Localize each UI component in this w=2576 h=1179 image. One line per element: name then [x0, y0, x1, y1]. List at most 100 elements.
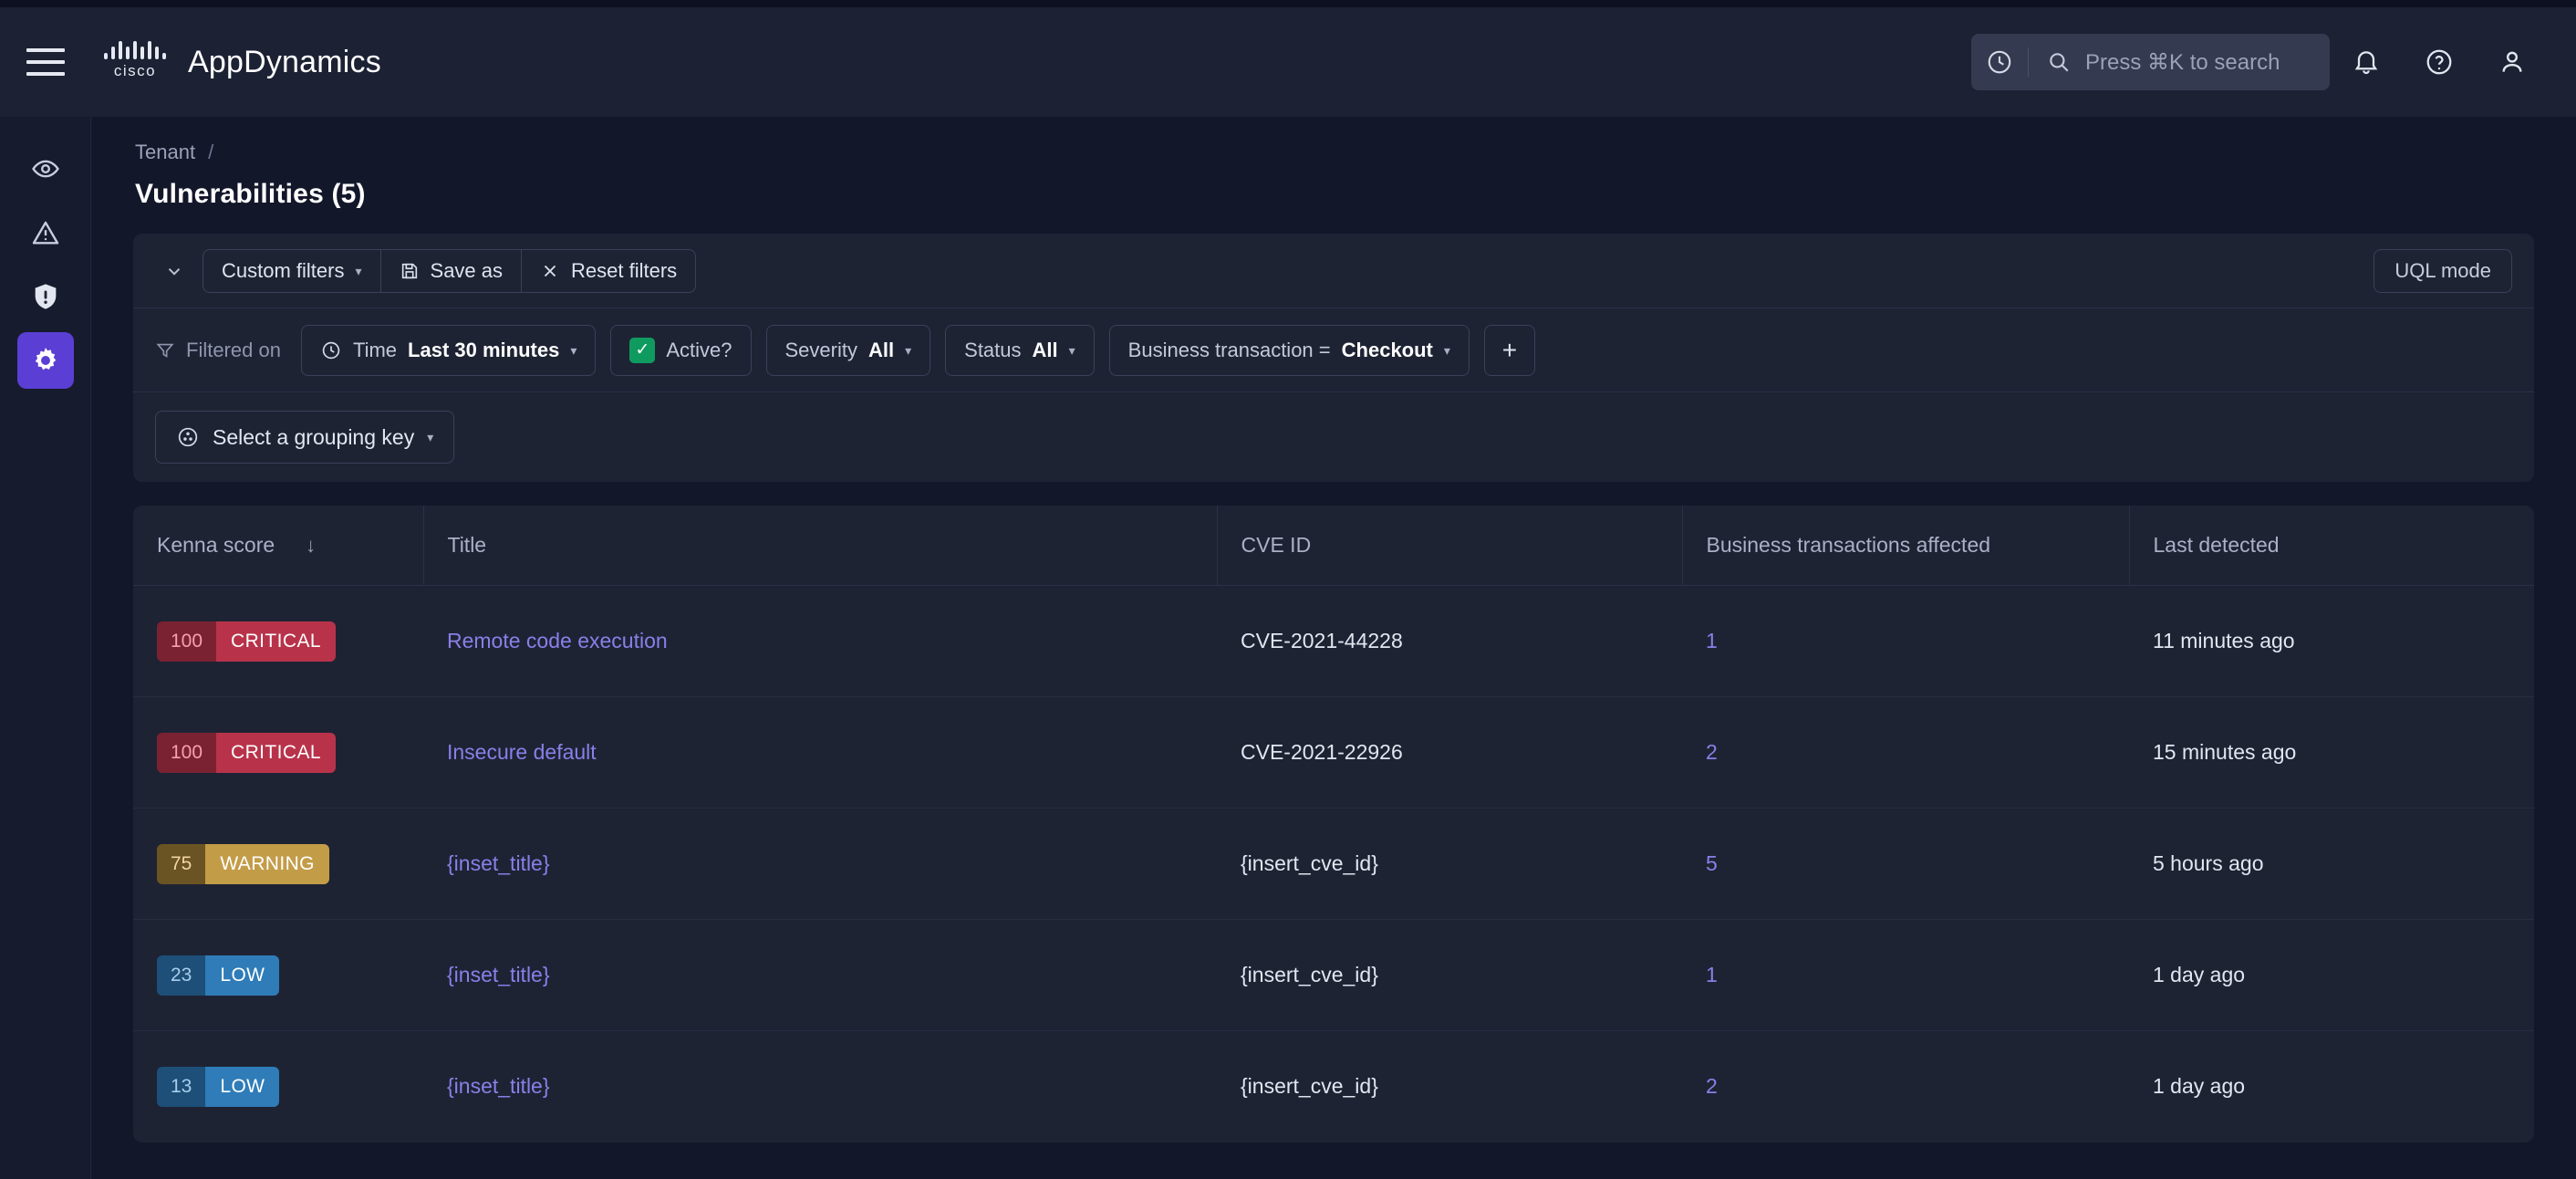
cisco-wordmark: cisco	[114, 62, 156, 80]
bt-count-link[interactable]: 1	[1706, 963, 1718, 986]
floppy-disk-icon	[400, 261, 420, 281]
cell-cve-id: CVE-2021-44228	[1217, 586, 1682, 697]
bt-count-link[interactable]: 5	[1706, 851, 1718, 875]
checkbox-checked-icon: ✓	[629, 338, 655, 363]
cell-kenna-score: 100 CRITICAL	[133, 697, 423, 809]
filter-chip-business-transaction[interactable]: Business transaction = Checkout ▾	[1109, 325, 1470, 376]
chevron-down-icon: ▾	[905, 344, 911, 357]
filter-chip-business-transaction-label: Business transaction =	[1128, 339, 1331, 362]
reset-filters-button[interactable]: Reset filters	[522, 250, 695, 292]
table-row[interactable]: 75 WARNING {inset_title} {insert_cve_id}…	[133, 809, 2534, 920]
column-header-business-transactions-affected[interactable]: Business transactions affected	[1682, 506, 2129, 586]
breadcrumb-root[interactable]: Tenant	[135, 141, 195, 164]
save-as-label: Save as	[431, 259, 504, 283]
bt-count-link[interactable]: 1	[1706, 629, 1718, 652]
column-header-cve-id[interactable]: CVE ID	[1217, 506, 1682, 586]
cell-title: {inset_title}	[423, 1031, 1217, 1142]
filter-toolbar: Custom filters ▾ Save as Reset filters	[133, 234, 2534, 308]
column-header-last-detected[interactable]: Last detected	[2129, 506, 2534, 586]
cell-last-detected: 11 minutes ago	[2129, 586, 2534, 697]
bt-count-link[interactable]: 2	[1706, 1074, 1718, 1098]
filter-chip-status-label: Status	[964, 339, 1021, 362]
close-x-icon	[540, 261, 560, 281]
main-content: Tenant / Vulnerabilities (5) Custom filt…	[91, 117, 2576, 1179]
search-placeholder: Press ⌘K to search	[2085, 49, 2280, 76]
hamburger-icon[interactable]	[0, 7, 91, 117]
column-header-title[interactable]: Title	[423, 506, 1217, 586]
cell-bts: 2	[1682, 1031, 2129, 1142]
cell-last-detected: 5 hours ago	[2129, 809, 2534, 920]
filter-chip-status-value: All	[1033, 339, 1058, 362]
funnel-icon	[155, 340, 175, 360]
cell-bts: 2	[1682, 697, 2129, 809]
filter-chip-severity[interactable]: Severity All ▾	[766, 325, 931, 376]
bell-icon[interactable]	[2330, 26, 2403, 99]
filter-chip-active-label: Active?	[666, 339, 732, 362]
column-header-kenna-score[interactable]: Kenna score ↓	[133, 506, 423, 586]
filter-chip-business-transaction-value: Checkout	[1342, 339, 1433, 362]
filter-panel: Custom filters ▾ Save as Reset filters	[133, 234, 2534, 482]
custom-filters-button[interactable]: Custom filters ▾	[203, 250, 381, 292]
uql-mode-label: UQL mode	[2394, 259, 2491, 283]
column-label-title: Title	[448, 533, 487, 558]
custom-filters-label: Custom filters	[222, 259, 344, 283]
sidebar-item-observe[interactable]	[17, 141, 74, 197]
column-label-bts: Business transactions affected	[1707, 533, 1991, 558]
filter-chip-severity-value: All	[868, 339, 894, 362]
cell-last-detected: 1 day ago	[2129, 1031, 2534, 1142]
table-row[interactable]: 23 LOW {inset_title} {insert_cve_id} 1 1…	[133, 920, 2534, 1031]
vulnerability-title-link[interactable]: {inset_title}	[447, 851, 550, 875]
save-as-button[interactable]: Save as	[381, 250, 523, 292]
table-row[interactable]: 100 CRITICAL Insecure default CVE-2021-2…	[133, 697, 2534, 809]
cell-last-detected: 1 day ago	[2129, 920, 2534, 1031]
uql-mode-button[interactable]: UQL mode	[2373, 249, 2512, 293]
page-title: Vulnerabilities (5)	[133, 179, 2534, 210]
vulnerability-title-link[interactable]: {inset_title}	[447, 1074, 550, 1098]
breadcrumb: Tenant /	[133, 141, 2534, 164]
status-badge: 23 LOW	[157, 955, 279, 996]
cell-bts: 1	[1682, 586, 2129, 697]
vulnerabilities-table: Kenna score ↓ Title CVE ID Business tran…	[133, 506, 2534, 1142]
grouping-key-label: Select a grouping key	[213, 425, 414, 450]
cell-kenna-score: 100 CRITICAL	[133, 586, 423, 697]
sidebar-item-settings[interactable]	[17, 332, 74, 389]
vulnerability-title-link[interactable]: {inset_title}	[447, 963, 550, 986]
filter-chip-time[interactable]: Time Last 30 minutes ▾	[301, 325, 596, 376]
chevron-down-icon[interactable]	[155, 252, 193, 290]
filter-chips-row: Filtered on Time Last 30 minutes ▾ ✓ Act…	[133, 308, 2534, 392]
table-row[interactable]: 100 CRITICAL Remote code execution CVE-2…	[133, 586, 2534, 697]
score-value: 100	[157, 733, 216, 773]
filter-chip-active[interactable]: ✓ Active?	[610, 325, 751, 376]
cell-bts: 1	[1682, 920, 2129, 1031]
global-search[interactable]: Press ⌘K to search	[1971, 34, 2330, 90]
cell-title: {inset_title}	[423, 809, 1217, 920]
severity-label: CRITICAL	[216, 733, 336, 773]
cell-kenna-score: 75 WARNING	[133, 809, 423, 920]
cell-title: Remote code execution	[423, 586, 1217, 697]
cell-kenna-score: 13 LOW	[133, 1031, 423, 1142]
app-body: Tenant / Vulnerabilities (5) Custom filt…	[0, 117, 2576, 1179]
score-value: 13	[157, 1067, 205, 1107]
filtered-on-label-group: Filtered on	[155, 339, 281, 362]
search-input[interactable]: Press ⌘K to search	[2029, 34, 2330, 90]
breadcrumb-separator: /	[208, 141, 213, 164]
add-filter-button[interactable]: +	[1484, 325, 1535, 376]
cell-cve-id: {insert_cve_id}	[1217, 809, 1682, 920]
filter-chip-status[interactable]: Status All ▾	[945, 325, 1095, 376]
grouping-key-selector[interactable]: Select a grouping key ▾	[155, 411, 454, 464]
grouping-row: Select a grouping key ▾	[133, 392, 2534, 482]
group-key-icon	[176, 425, 200, 449]
clock-icon[interactable]	[1971, 34, 2028, 90]
sidebar-item-security[interactable]	[17, 268, 74, 325]
help-circle-icon[interactable]	[2403, 26, 2476, 99]
user-icon[interactable]	[2476, 26, 2549, 99]
vulnerability-title-link[interactable]: Insecure default	[447, 740, 597, 764]
cell-cve-id: {insert_cve_id}	[1217, 920, 1682, 1031]
cell-title: Insecure default	[423, 697, 1217, 809]
table-row[interactable]: 13 LOW {inset_title} {insert_cve_id} 2 1…	[133, 1031, 2534, 1142]
table-body: 100 CRITICAL Remote code execution CVE-2…	[133, 586, 2534, 1142]
bt-count-link[interactable]: 2	[1706, 740, 1718, 764]
score-value: 75	[157, 844, 205, 884]
vulnerability-title-link[interactable]: Remote code execution	[447, 629, 668, 652]
sidebar-item-alerts[interactable]	[17, 204, 74, 261]
